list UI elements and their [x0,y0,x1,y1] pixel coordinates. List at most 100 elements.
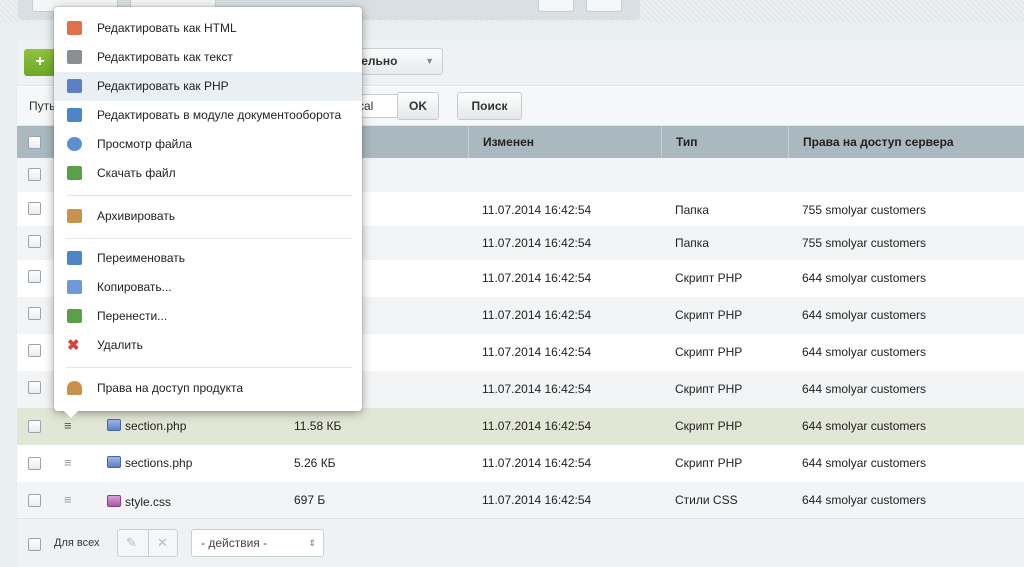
menu-item-copy[interactable]: Копировать... [54,273,362,302]
actions-select[interactable]: - действия - ⇕ [191,529,324,557]
row-checkbox[interactable] [28,235,41,248]
row-name-text: sections.php [125,456,193,470]
delete-x-icon: ✖ [67,337,80,354]
menu-item-access-rights[interactable]: Права на доступ продукта [54,374,362,403]
close-icon[interactable]: ✕ [157,535,168,551]
row-modified: 11.07.2014 16:42:54 [482,382,592,396]
row-menu-icon[interactable]: ≡ [64,456,76,469]
ok-button[interactable]: OK [397,92,439,120]
row-checkbox[interactable] [28,202,41,215]
row-rights: 755 smolyar customers [802,203,927,217]
row-type: Скрипт PHP [675,271,743,285]
row-name-text: section.php [125,419,187,433]
row-checkbox[interactable] [28,457,41,470]
top-panel-button[interactable] [538,0,574,12]
table-row[interactable]: ≡ sections.php 5.26 КБ 11.07.2014 16:42:… [17,445,1024,482]
menu-divider [66,367,352,368]
menu-item-label: Редактировать как HTML [97,21,237,35]
row-checkbox[interactable] [28,270,41,283]
row-name[interactable]: style.css [107,482,171,523]
row-type: Стили CSS [675,493,738,507]
menu-item-label: Редактировать как текст [97,50,233,64]
archive-box-icon [67,209,82,223]
add-button[interactable]: + [24,49,56,76]
pencil-icon[interactable]: ✎ [126,535,137,551]
row-menu-icon[interactable]: ≡ [64,419,76,432]
column-header-modified[interactable]: Изменен [468,126,661,158]
column-header-rights[interactable]: Права на доступ сервера [788,126,1024,158]
php-file-icon [67,79,82,93]
menu-item-edit-html[interactable]: Редактировать как HTML [54,14,362,43]
select-all-checkbox[interactable] [28,136,41,149]
menu-item-view-file[interactable]: Просмотр файла [54,130,362,159]
menu-item-delete[interactable]: ✖ Удалить [54,331,362,360]
row-rights: 644 smolyar customers [802,345,927,359]
menu-item-rename[interactable]: Переименовать [54,244,362,273]
column-header-type[interactable]: Тип [661,126,788,158]
menu-divider [66,195,352,196]
row-modified: 11.07.2014 16:42:54 [482,236,592,250]
php-file-icon [107,456,121,468]
row-name[interactable]: section.php [107,408,186,445]
menu-item-label: Редактировать как PHP [97,79,229,93]
row-name-text: style.css [125,495,172,509]
menu-item-edit-workflow[interactable]: Редактировать в модуле документооборота [54,101,362,130]
row-rights: 644 smolyar customers [802,382,927,396]
for-all-label: Для всех [54,537,100,549]
menu-item-label: Архивировать [97,209,176,223]
row-modified: 11.07.2014 16:42:54 [482,308,592,322]
row-menu-icon[interactable]: ≡ [64,493,76,506]
row-rights: 644 smolyar customers [802,456,927,470]
magnifier-icon [67,137,82,151]
css-file-icon [107,495,121,507]
table-row[interactable]: ≡ section.php 11.58 КБ 11.07.2014 16:42:… [17,408,1024,445]
row-type: Скрипт PHP [675,345,743,359]
row-checkbox[interactable] [28,420,41,433]
menu-item-download[interactable]: Скачать файл [54,159,362,188]
workflow-edit-icon [67,108,82,122]
row-size: 697 Б [294,493,326,507]
search-button[interactable]: Поиск [457,92,522,120]
row-checkbox[interactable] [28,381,41,394]
menu-item-label: Просмотр файла [97,137,193,151]
menu-item-edit-text[interactable]: Редактировать как текст [54,43,362,72]
chevron-down-icon: ▼ [425,56,434,66]
menu-item-label: Права на доступ продукта [97,381,243,395]
row-type: Скрипт PHP [675,456,743,470]
row-modified: 11.07.2014 16:42:54 [482,456,592,470]
menu-item-label: Удалить [97,338,143,352]
row-checkbox[interactable] [28,168,41,181]
menu-pointer-arrow [64,411,78,418]
select-all-footer-checkbox[interactable] [28,538,41,551]
menu-item-move[interactable]: Перенести... [54,302,362,331]
updown-arrows-icon: ⇕ [308,538,316,548]
row-size: 11.58 КБ [294,419,342,433]
row-size: 5.26 КБ [294,456,336,470]
row-modified: 11.07.2014 16:42:54 [482,419,592,433]
row-name[interactable]: sections.php [107,445,192,482]
menu-item-edit-php[interactable]: Редактировать как PHP [54,72,362,101]
row-checkbox[interactable] [28,344,41,357]
row-type: Скрипт PHP [675,308,743,322]
menu-item-label: Скачать файл [97,166,176,180]
row-checkbox[interactable] [28,494,41,507]
rename-icon [67,251,82,265]
row-modified: 11.07.2014 16:42:54 [482,345,592,359]
row-checkbox[interactable] [28,307,41,320]
row-type: Папка [675,236,709,250]
row-modified: 11.07.2014 16:42:54 [482,203,592,217]
row-type: Скрипт PHP [675,419,743,433]
menu-item-label: Редактировать в модуле документооборота [97,108,342,122]
top-panel-button[interactable] [586,0,622,12]
row-rights: 755 smolyar customers [802,236,927,250]
menu-item-archive[interactable]: Архивировать [54,202,362,231]
menu-item-label: Копировать... [97,280,172,294]
row-type: Скрипт PHP [675,382,743,396]
menu-item-label: Перенести... [97,309,168,323]
row-rights: 644 smolyar customers [802,308,927,322]
download-icon [67,166,82,180]
footer-bar: Для всех ✎ ✕ - действия - ⇕ [17,518,1024,567]
table-row[interactable]: ≡ style.css 697 Б 11.07.2014 16:42:54 Ст… [17,482,1024,518]
actions-select-value: - действия - [201,536,268,550]
context-menu: Редактировать как HTML Редактировать как… [54,7,362,418]
